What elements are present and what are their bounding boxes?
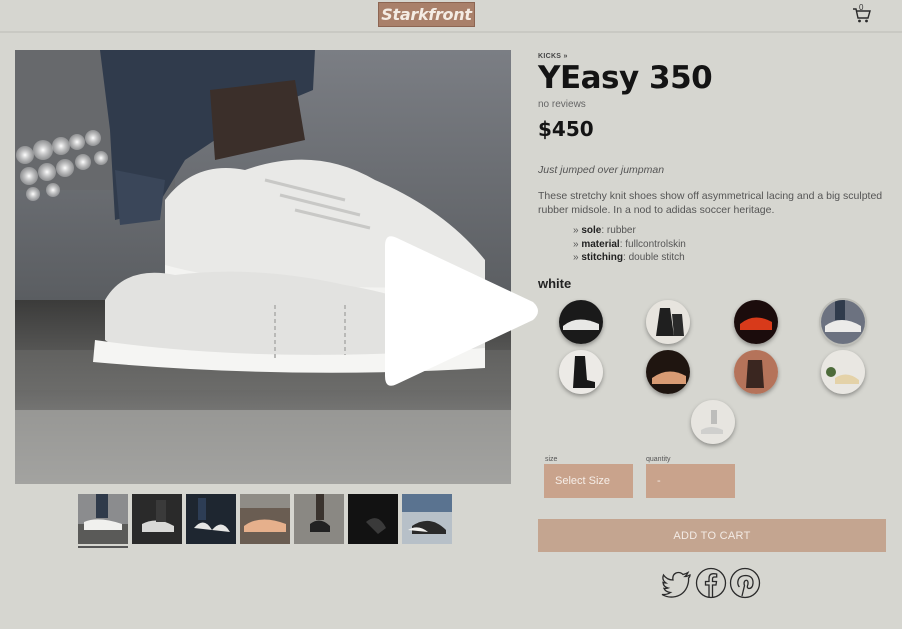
product-price: $450 — [538, 117, 594, 141]
product-tagline: Just jumped over jumpman — [538, 164, 665, 176]
spec-name: stitching — [581, 252, 624, 263]
add-to-cart-button[interactable]: ADD TO CART — [538, 519, 886, 552]
size-select[interactable]: Select Size — [544, 464, 633, 498]
product-title: YEasy 350 — [538, 60, 713, 96]
play-icon[interactable] — [383, 232, 543, 390]
thumbnail-3[interactable] — [186, 494, 236, 544]
thumbnail-7[interactable] — [402, 494, 452, 544]
active-thumbnail-indicator — [78, 546, 128, 548]
color-swatch-4-selected[interactable] — [821, 300, 865, 344]
spec-value: double stitch — [628, 252, 685, 263]
spec-item: material: fullcontrolskin — [573, 238, 686, 252]
quantity-select[interactable]: - — [646, 464, 735, 498]
quantity-label: quantity — [646, 456, 671, 463]
spec-name: material — [581, 238, 620, 250]
color-swatch-5[interactable] — [559, 350, 603, 394]
spec-item: stitching: double stitch — [573, 251, 686, 265]
reviews-link[interactable]: no reviews — [538, 99, 586, 110]
pinterest-icon[interactable] — [729, 567, 761, 599]
color-swatch-2[interactable] — [646, 300, 690, 344]
color-swatch-9[interactable] — [691, 400, 735, 444]
thumbnail-2[interactable] — [132, 494, 182, 544]
color-swatch-6[interactable] — [646, 350, 690, 394]
color-swatch-8[interactable] — [821, 350, 865, 394]
thumbnail-4[interactable] — [240, 494, 290, 544]
thumbnail-5[interactable] — [294, 494, 344, 544]
spec-name: sole — [581, 225, 602, 236]
brand-breadcrumb[interactable]: KICKS » — [538, 53, 568, 60]
cart-count: 0 — [859, 3, 864, 12]
spec-list: sole: rubber material: fullcontrolskin s… — [573, 224, 686, 265]
thumbnail-1[interactable] — [78, 494, 128, 544]
spec-value: rubber — [606, 225, 636, 236]
thumbnail-6[interactable] — [348, 494, 398, 544]
product-description: These stretchy knit shoes show off asymm… — [538, 190, 883, 216]
size-label: size — [545, 456, 558, 463]
brand-logo[interactable]: Starkfront — [378, 2, 475, 27]
color-swatch-3[interactable] — [734, 300, 778, 344]
color-swatch-1[interactable] — [559, 300, 603, 344]
spec-item: sole: rubber — [573, 224, 686, 238]
twitter-icon[interactable] — [661, 567, 693, 599]
color-swatch-7[interactable] — [734, 350, 778, 394]
spec-value: fullcontrolskin — [625, 238, 686, 250]
facebook-icon[interactable] — [695, 567, 727, 599]
thumbnail-strip — [78, 494, 452, 544]
